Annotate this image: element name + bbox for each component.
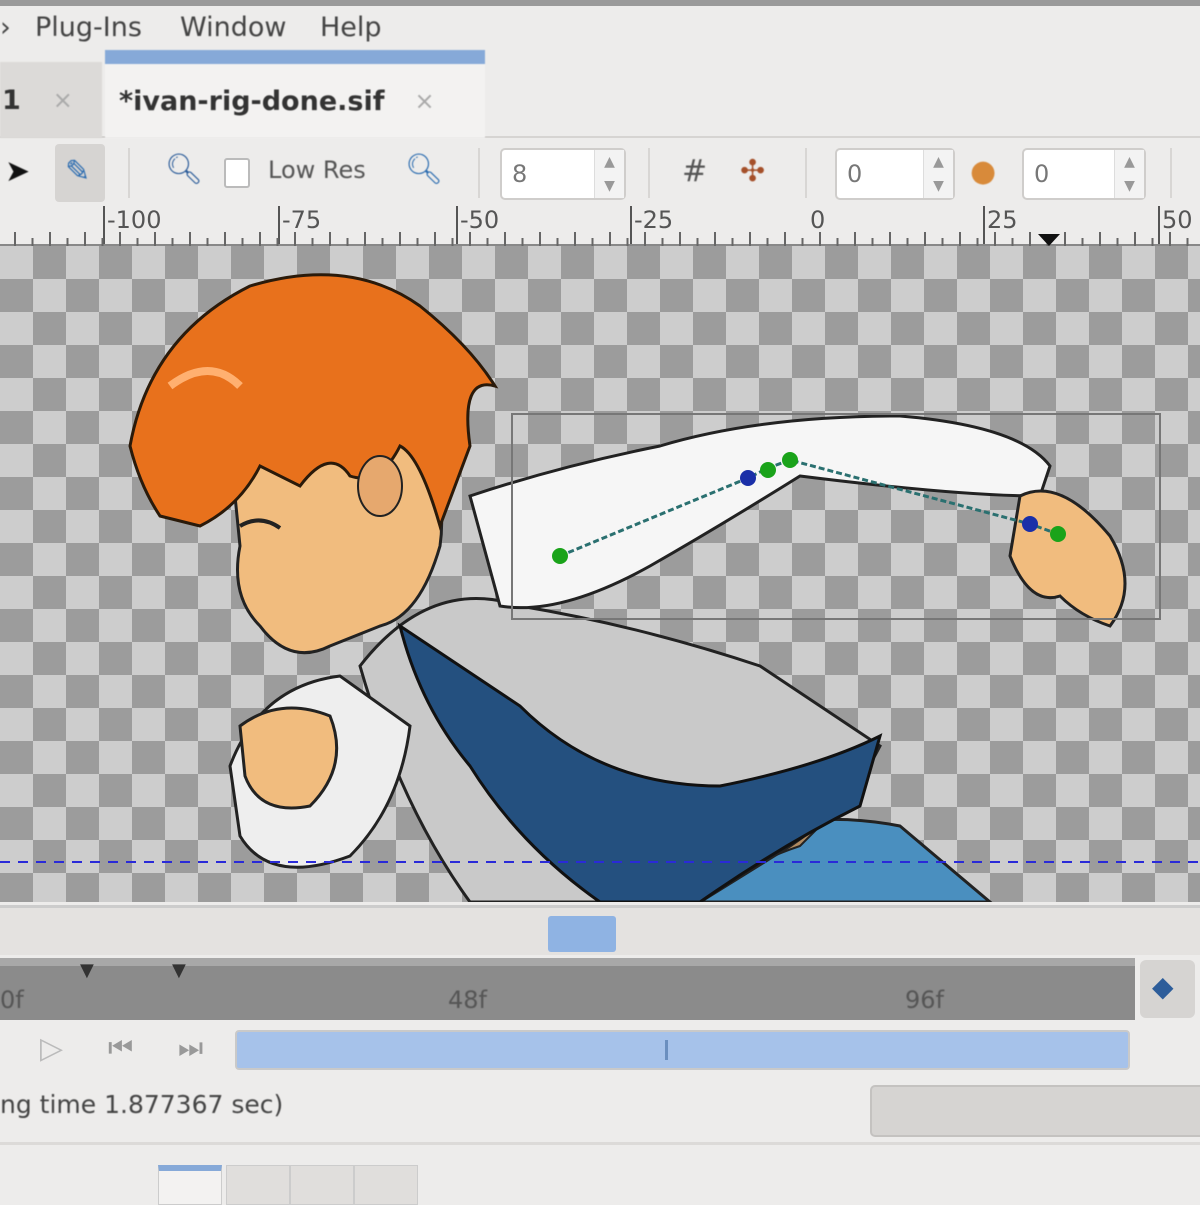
menu-help[interactable]: Help <box>320 12 382 43</box>
keyframe-lock-button[interactable]: ◆ <box>1140 960 1195 1018</box>
canvas-workarea[interactable] <box>0 246 1200 902</box>
separator <box>805 148 807 198</box>
onion-past-value: 0 <box>847 160 863 188</box>
time-slider[interactable]: 0f 48f 96f ▼ ▼ <box>0 958 1135 1020</box>
smooth-move-tool-icon: ✎ <box>65 154 91 189</box>
timeline-label: 48f <box>448 986 487 1014</box>
tab-label: 1 <box>2 84 21 116</box>
play-range-bar[interactable] <box>235 1030 1130 1070</box>
onion-past-spinbox[interactable]: 0 ▲ ▼ <box>835 148 955 200</box>
document-tabs: 1 × *ivan-rig-done.sif × <box>0 50 1200 138</box>
bottom-panel <box>0 1142 1200 1205</box>
panel-tab-library[interactable] <box>226 1165 290 1205</box>
horizontal-scrollbar[interactable] <box>0 905 1200 955</box>
separator <box>1170 148 1172 198</box>
grid-icon[interactable]: # <box>682 154 707 189</box>
separator <box>478 148 480 198</box>
onion-future-spinbox[interactable]: 0 ▲ ▼ <box>1022 148 1146 200</box>
ruler-ticks <box>14 232 1189 246</box>
keyframe-lock-icon: ◆ <box>1152 970 1174 1003</box>
bone-handle <box>782 452 798 468</box>
play-icon[interactable]: ▷ <box>40 1031 63 1066</box>
render-progress-bar <box>870 1085 1200 1137</box>
zoom-in-icon[interactable]: 🔍︎ <box>405 152 443 187</box>
tab-label: *ivan-rig-done.sif <box>119 85 385 117</box>
keyframe-marker-icon[interactable]: ▼ <box>80 960 94 981</box>
close-icon[interactable]: × <box>53 86 73 114</box>
render-time-status: ng time 1.877367 sec) <box>0 1090 284 1119</box>
panel-tab-params[interactable] <box>158 1165 222 1205</box>
spin-arrows[interactable]: ▲ ▼ <box>594 150 624 198</box>
horizontal-ruler: -100 -75 -50 -25 0 25 50 <box>0 206 1200 246</box>
range-handle[interactable] <box>665 1040 668 1060</box>
onion-skin-icon[interactable]: ● <box>970 154 996 189</box>
tab-document-1[interactable]: 1 × <box>0 62 102 138</box>
transform-tool-icon[interactable]: ➤ <box>5 154 30 189</box>
spin-arrows[interactable]: ▲ ▼ <box>1114 150 1144 198</box>
seek-end-icon[interactable]: ⏭ <box>178 1031 203 1065</box>
canvas-toolbar: ➤ ✎ 🔍︎ Low Res 🔍︎ 8 ▲ ▼ # ✣ 0 ▲ ▼ ● 0 ▲ ▼ <box>0 140 1200 206</box>
keyframe-marker-icon[interactable]: ▼ <box>172 960 186 981</box>
menubar: › Plug-Ins Window Help <box>0 0 1200 50</box>
close-icon[interactable]: × <box>414 87 434 115</box>
menu-plugins[interactable]: Plug-Ins <box>35 12 142 43</box>
panel-tab-layers[interactable] <box>290 1165 354 1205</box>
scrollbar-thumb[interactable] <box>548 916 616 952</box>
zoom-out-icon[interactable]: 🔍︎ <box>165 152 203 187</box>
timeline-label: 0f <box>0 986 24 1014</box>
guides-icon[interactable]: ✣ <box>740 154 765 189</box>
spin-arrows[interactable]: ▲ ▼ <box>923 150 953 198</box>
onion-future-value: 0 <box>1034 160 1050 188</box>
timeline-label: 96f <box>905 986 944 1014</box>
ruler-position-marker <box>1038 234 1060 246</box>
menu-overflow[interactable]: › <box>0 12 11 43</box>
character-illustration <box>0 273 1200 902</box>
bone-handle <box>552 548 568 564</box>
separator <box>128 148 130 198</box>
quality-spinbox[interactable]: 8 ▲ ▼ <box>500 148 626 200</box>
tab-ivan-rig-done[interactable]: *ivan-rig-done.sif × <box>105 50 485 138</box>
low-res-label: Low Res <box>268 156 366 184</box>
menu-window[interactable]: Window <box>180 12 286 43</box>
low-res-checkbox[interactable] <box>224 158 250 188</box>
bone-handle <box>740 470 756 486</box>
seek-begin-icon[interactable]: ⏮ <box>108 1031 133 1065</box>
bone-handle <box>760 462 776 478</box>
quality-value: 8 <box>512 160 528 188</box>
bone-handle <box>1022 516 1038 532</box>
panel-tab-sets[interactable] <box>354 1165 418 1205</box>
smooth-move-tool-button[interactable]: ✎ <box>55 144 105 202</box>
bone-handle <box>1050 526 1066 542</box>
separator <box>648 148 650 198</box>
